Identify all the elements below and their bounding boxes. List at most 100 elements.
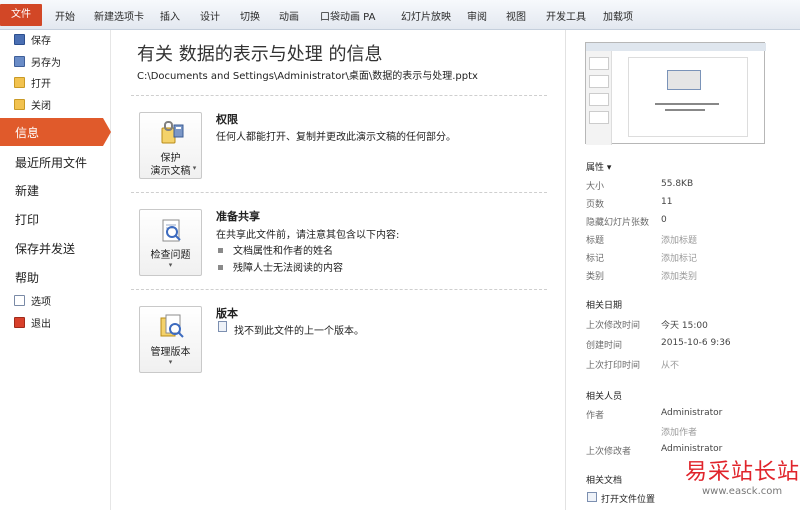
tab-view[interactable]: 视图	[506, 8, 526, 23]
check-issues-button[interactable]: 检查问题 ▾	[139, 209, 202, 276]
tab-developer[interactable]: 开发工具	[546, 8, 586, 23]
version-document-icon	[218, 321, 227, 332]
thumbnail-slide	[589, 57, 609, 70]
thumbnail-toolbar	[586, 43, 766, 51]
nav-save-as[interactable]: 另存为	[14, 56, 61, 72]
nav-save-send[interactable]: 保存并发送	[15, 240, 75, 257]
nav-open-label: 打开	[31, 79, 51, 90]
protect-presentation-button[interactable]: 保护 演示文稿 ▾	[139, 112, 202, 179]
pages-label: 页数	[586, 200, 605, 210]
printed-label: 上次打印时间	[586, 361, 641, 371]
site-watermark: 易采站长站	[685, 460, 800, 485]
dates-heading: 相关日期	[586, 301, 623, 311]
nav-save-as-label: 另存为	[31, 58, 61, 69]
tab-insert[interactable]: 插入	[160, 8, 180, 23]
tab-slideshow[interactable]: 幻灯片放映	[401, 8, 451, 23]
hidden-slides-value: 0	[661, 215, 667, 225]
save-as-icon	[14, 56, 25, 67]
nav-save-label: 保存	[31, 36, 51, 47]
list-item: 文档属性和作者的姓名	[218, 242, 333, 257]
size-label: 大小	[586, 182, 605, 192]
thumbnail-text-line	[665, 109, 705, 111]
nav-options-label: 选项	[31, 297, 51, 308]
prepare-heading: 准备共享	[216, 210, 260, 223]
tab-file[interactable]: 文件	[0, 4, 42, 26]
tab-home[interactable]: 开始	[55, 8, 75, 23]
presentation-thumbnail[interactable]	[585, 42, 766, 145]
lock-key-icon	[159, 119, 185, 145]
hidden-slides-label: 隐藏幻灯片张数	[586, 218, 650, 228]
tab-review[interactable]: 审阅	[467, 8, 487, 23]
modified-label: 上次修改时间	[586, 321, 641, 331]
page-title: 有关 数据的表示与处理 的信息	[137, 44, 383, 65]
thumbnail-text-line	[655, 103, 719, 105]
tags-label: 标记	[586, 254, 605, 264]
thumbnail-main-slide	[628, 57, 748, 137]
thumbnail-slide	[589, 93, 609, 106]
author-label: 作者	[586, 411, 605, 421]
last-modifier-label: 上次修改者	[586, 447, 632, 457]
author-value[interactable]: Administrator	[661, 408, 722, 418]
manage-versions-button[interactable]: 管理版本 ▾	[139, 306, 202, 373]
related-docs-heading: 相关文档	[586, 476, 623, 486]
modified-value: 今天 15:00	[661, 321, 708, 331]
nav-info-label: 信息	[15, 126, 40, 140]
file-path: C:\Documents and Settings\Administrator\…	[137, 71, 478, 82]
file-location-icon	[587, 492, 597, 502]
thumbnail-slide	[589, 75, 609, 88]
tab-new-tab[interactable]: 新建选项卡	[94, 8, 144, 23]
category-label: 类别	[586, 272, 605, 282]
add-author-link[interactable]: 添加作者	[661, 425, 697, 438]
divider	[131, 95, 547, 96]
options-icon	[14, 295, 25, 306]
created-label: 创建时间	[586, 341, 623, 351]
close-folder-icon	[14, 99, 25, 110]
permissions-text: 任何人都能打开、复制并更改此演示文稿的任何部分。	[216, 132, 456, 143]
nav-exit-label: 退出	[31, 319, 51, 330]
bullet-icon	[218, 248, 223, 253]
last-modifier-value: Administrator	[661, 444, 723, 454]
open-file-location-link[interactable]: 打开文件位置	[601, 492, 655, 505]
title-label: 标题	[586, 236, 605, 246]
nav-print[interactable]: 打印	[15, 211, 39, 228]
tags-field[interactable]: 添加标记	[661, 251, 697, 264]
properties-heading[interactable]: 属性 ▾	[586, 160, 611, 173]
thumbnail-slide	[589, 111, 609, 124]
nav-close[interactable]: 关闭	[14, 99, 51, 115]
nav-save[interactable]: 保存	[14, 34, 51, 50]
list-item: 残障人士无法阅读的内容	[218, 259, 343, 274]
prepare-text: 在共享此文件前，请注意其包含以下内容:	[216, 230, 400, 241]
tab-pocket-animation[interactable]: 口袋动画 PA	[320, 8, 375, 23]
thumbnail-dialog	[667, 70, 701, 90]
save-icon	[14, 34, 25, 45]
list-item-text: 残障人士无法阅读的内容	[233, 263, 343, 274]
nav-new[interactable]: 新建	[15, 182, 39, 199]
nav-exit[interactable]: 退出	[14, 317, 51, 333]
printed-value: 从不	[661, 361, 680, 371]
people-heading: 相关人员	[586, 392, 623, 402]
chevron-down-icon: ▾	[192, 164, 197, 172]
permissions-heading: 权限	[216, 113, 238, 126]
nav-close-label: 关闭	[31, 101, 51, 112]
pages-value: 11	[661, 197, 673, 207]
tab-design[interactable]: 设计	[200, 8, 220, 23]
created-value: 2015-10-6 9:36	[661, 338, 731, 348]
bullet-icon	[218, 265, 223, 270]
inspect-document-icon	[159, 218, 185, 244]
divider	[131, 289, 547, 290]
tab-animations[interactable]: 动画	[279, 8, 299, 23]
check-issues-label: 检查问题	[150, 250, 191, 261]
tab-transitions[interactable]: 切换	[240, 8, 260, 23]
open-folder-icon	[14, 77, 25, 88]
nav-info[interactable]: 信息	[0, 118, 111, 146]
title-field[interactable]: 添加标题	[661, 233, 697, 246]
versions-icon	[159, 313, 185, 339]
nav-open[interactable]: 打开	[14, 77, 51, 93]
chevron-down-icon: ▾	[168, 261, 173, 269]
nav-options[interactable]: 选项	[14, 295, 51, 311]
tab-addins[interactable]: 加载项	[603, 8, 633, 23]
nav-recent[interactable]: 最近所用文件	[15, 154, 87, 171]
divider	[131, 192, 547, 193]
nav-help[interactable]: 帮助	[15, 269, 39, 286]
category-field[interactable]: 添加类别	[661, 269, 697, 282]
